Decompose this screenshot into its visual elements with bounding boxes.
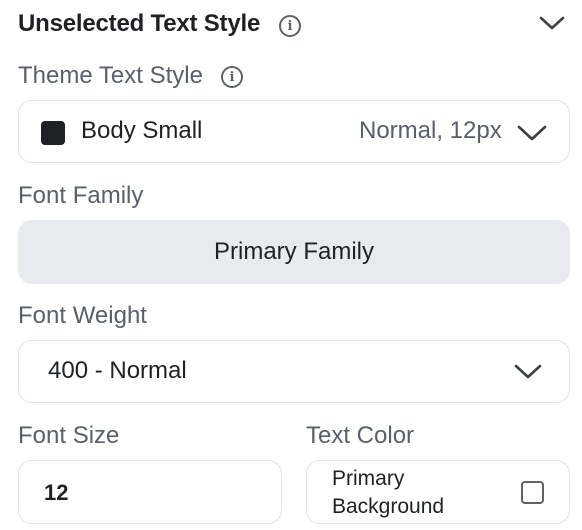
font-family-label: Font Family xyxy=(18,182,144,209)
text-color-label: Text Color xyxy=(306,422,415,449)
text-color-value: Primary Background xyxy=(332,467,445,518)
checkbox-icon[interactable] xyxy=(521,481,544,504)
theme-style-name: Body Small xyxy=(81,117,203,144)
font-family-button[interactable]: Primary Family xyxy=(18,220,570,284)
font-size-value: 12 xyxy=(44,480,69,505)
font-weight-label: Font Weight xyxy=(18,302,147,329)
theme-text-style-dropdown[interactable]: Body Small Normal, 12px xyxy=(18,100,570,163)
chevron-down-icon xyxy=(517,125,547,141)
theme-text-style-label: Theme Text Style xyxy=(18,62,203,89)
font-size-label: Font Size xyxy=(18,422,120,449)
font-family-value: Primary Family xyxy=(214,238,374,265)
info-icon[interactable]: i xyxy=(221,66,243,88)
theme-style-meta: Normal, 12px xyxy=(359,117,502,144)
font-weight-dropdown[interactable]: 400 - Normal xyxy=(18,340,570,403)
text-color-selector[interactable]: Primary Background xyxy=(306,460,570,524)
chevron-down-icon[interactable] xyxy=(538,14,566,32)
chevron-down-icon xyxy=(514,364,542,379)
font-weight-value: 400 - Normal xyxy=(48,357,187,384)
font-size-input[interactable]: 12 xyxy=(18,460,282,524)
color-swatch xyxy=(41,121,65,145)
info-icon[interactable]: i xyxy=(279,15,301,37)
section-title: Unselected Text Style xyxy=(18,10,261,37)
